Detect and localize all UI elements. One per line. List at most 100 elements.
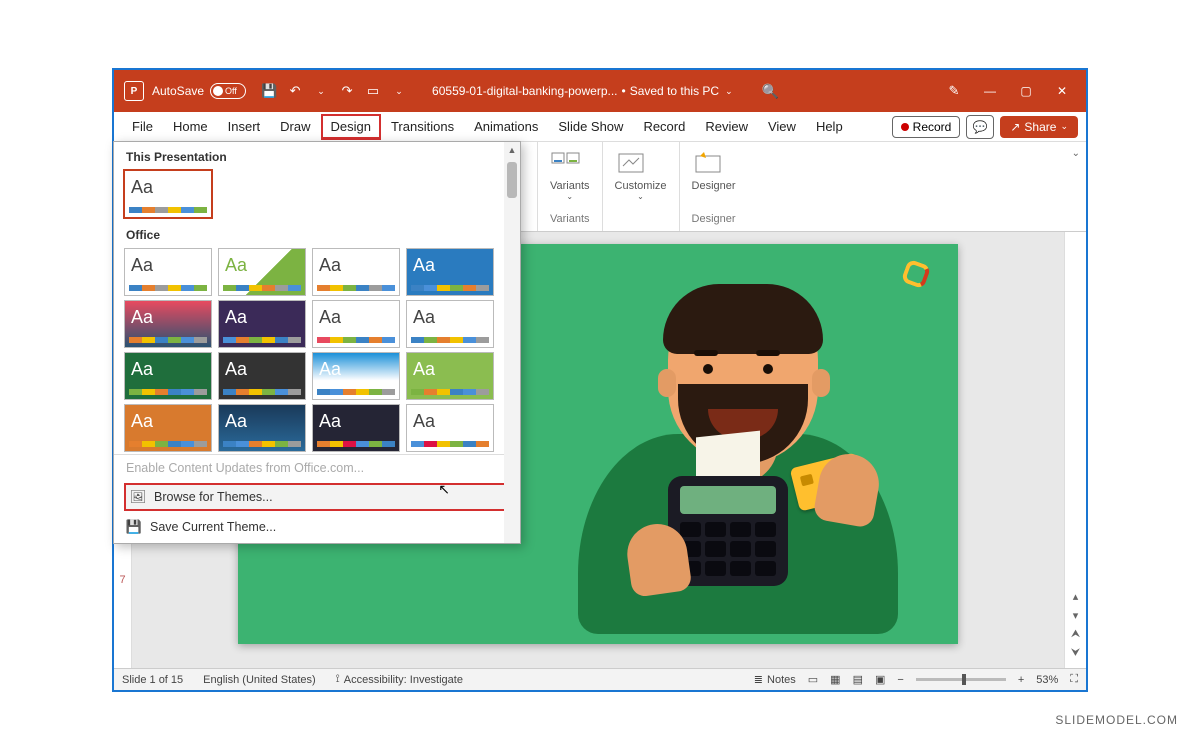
tab-view[interactable]: View	[758, 114, 806, 139]
close-button[interactable]: ✕	[1044, 75, 1080, 107]
browse-icon: 🖼	[130, 489, 146, 505]
designer-group: Designer Designer	[680, 142, 748, 231]
browse-for-themes[interactable]: 🖼 Browse for Themes...	[124, 483, 510, 511]
ribbon-collapse-icon[interactable]: ⌄	[1072, 148, 1080, 159]
comments-button[interactable]: 💬	[966, 115, 994, 139]
enable-content-updates: Enable Content Updates from Office.com..…	[114, 455, 520, 481]
designer-button[interactable]: Designer	[692, 148, 736, 192]
autosave-toggle[interactable]: Off	[210, 83, 246, 99]
autosave-label: AutoSave	[152, 84, 204, 98]
section-office: Office	[114, 220, 520, 246]
share-icon: ↗	[1010, 120, 1020, 134]
thumb-index: 7	[119, 574, 125, 586]
theme-office-6[interactable]: Aa	[218, 300, 306, 348]
scroll-thumb[interactable]	[507, 162, 517, 198]
themes-scrollbar[interactable]: ▲	[504, 142, 520, 543]
zoom-out-button[interactable]: −	[897, 674, 903, 686]
notes-icon: ≣	[754, 673, 763, 686]
theme-office-10[interactable]: Aa	[218, 352, 306, 400]
powerpoint-icon: P	[124, 81, 144, 101]
prev-slide-icon[interactable]: ⮝	[1071, 628, 1080, 641]
tab-home[interactable]: Home	[163, 114, 218, 139]
tab-slideshow[interactable]: Slide Show	[548, 114, 633, 139]
theme-office-7[interactable]: Aa	[312, 300, 400, 348]
redo-icon[interactable]: ↷	[339, 83, 355, 99]
tab-draw[interactable]: Draw	[270, 114, 320, 139]
designer-icon	[692, 148, 724, 180]
save-icon[interactable]: 💾	[261, 83, 277, 99]
theme-office-1[interactable]: Aa	[124, 248, 212, 296]
notes-button[interactable]: ≣Notes	[754, 673, 796, 686]
tab-animations[interactable]: Animations	[464, 114, 548, 139]
zoom-level[interactable]: 53%	[1036, 674, 1058, 686]
slideshow-view-icon[interactable]: ▣	[875, 673, 885, 686]
theme-office-2[interactable]: Aa	[218, 248, 306, 296]
accessibility-status[interactable]: ⟟ Accessibility: Investigate	[336, 673, 463, 686]
theme-office-5[interactable]: Aa	[124, 300, 212, 348]
slide-counter[interactable]: Slide 1 of 15	[122, 674, 183, 686]
undo-dropdown-icon[interactable]: ⌄	[313, 83, 329, 99]
qat-overflow-icon[interactable]: ⌄	[391, 83, 407, 99]
tab-insert[interactable]: Insert	[218, 114, 271, 139]
variants-icon	[550, 148, 582, 180]
reading-view-icon[interactable]: ▤	[853, 673, 863, 686]
watermark: SLIDEMODEL.COM	[1055, 713, 1178, 727]
tab-review[interactable]: Review	[695, 114, 758, 139]
right-gutter: ▴ ▾ ⮝ ⮟	[1064, 232, 1086, 668]
draw-tool-icon[interactable]: ✎	[946, 83, 962, 99]
chevron-down-icon: ⌄	[725, 86, 733, 97]
cursor-icon: ↖	[438, 481, 450, 498]
theme-office-12[interactable]: Aa	[406, 352, 494, 400]
sorter-view-icon[interactable]: ▦	[830, 673, 840, 686]
language-status[interactable]: English (United States)	[203, 674, 316, 686]
scroll-down-icon[interactable]: ▾	[1073, 609, 1079, 622]
theme-office-14[interactable]: Aa	[218, 404, 306, 452]
maximize-button[interactable]: ▢	[1008, 75, 1044, 107]
theme-office-15[interactable]: Aa	[312, 404, 400, 452]
variants-button[interactable]: Variants ⌄	[550, 148, 590, 201]
undo-icon[interactable]: ↶	[287, 83, 303, 99]
theme-office-11[interactable]: Aa	[312, 352, 400, 400]
zoom-slider[interactable]	[916, 678, 1006, 681]
customize-group: Customize ⌄	[603, 142, 680, 231]
section-this-presentation: This Presentation	[114, 142, 520, 168]
document-title[interactable]: 60559-01-digital-banking-powerp... • Sav…	[432, 84, 733, 98]
theme-office-9[interactable]: Aa	[124, 352, 212, 400]
theme-office-4[interactable]: Aa	[406, 248, 494, 296]
variants-group: Variants ⌄ Variants	[538, 142, 603, 231]
theme-office-3[interactable]: Aa	[312, 248, 400, 296]
themes-dropdown: ▲ This Presentation Aa Office Aa Aa Aa A…	[113, 141, 521, 544]
tab-record[interactable]: Record	[633, 114, 695, 139]
tab-help[interactable]: Help	[806, 114, 853, 139]
normal-view-icon[interactable]: ▭	[808, 673, 818, 686]
app-window: P AutoSave Off 💾 ↶ ⌄ ↷ ▭ ⌄ 60559-01-digi…	[112, 68, 1088, 692]
statusbar: Slide 1 of 15 English (United States) ⟟ …	[114, 668, 1086, 690]
person-illustration	[568, 264, 918, 634]
tab-design[interactable]: Design	[321, 114, 381, 140]
customize-button[interactable]: Customize ⌄	[615, 148, 667, 201]
scroll-up-icon[interactable]: ▲	[508, 142, 517, 158]
theme-office-16[interactable]: Aa	[406, 404, 494, 452]
zoom-in-button[interactable]: +	[1018, 674, 1024, 686]
theme-current[interactable]: Aa	[124, 170, 212, 218]
share-button[interactable]: ↗ Share ⌄	[1000, 116, 1078, 138]
titlebar: P AutoSave Off 💾 ↶ ⌄ ↷ ▭ ⌄ 60559-01-digi…	[114, 70, 1086, 112]
save-current-theme[interactable]: 💾 Save Current Theme...	[114, 513, 520, 541]
customize-icon	[615, 148, 647, 180]
minimize-button[interactable]: —	[972, 75, 1008, 107]
fit-to-window-icon[interactable]: ⛶	[1070, 673, 1078, 686]
next-slide-icon[interactable]: ⮟	[1071, 647, 1080, 660]
present-icon[interactable]: ▭	[365, 83, 381, 99]
record-button[interactable]: Record	[892, 116, 961, 138]
ribbon-body: ▲ This Presentation Aa Office Aa Aa Aa A…	[114, 142, 1086, 232]
ribbon-tabs: File Home Insert Draw Design Transitions…	[114, 112, 1086, 142]
accessibility-icon: ⟟	[336, 673, 340, 686]
scroll-up-icon[interactable]: ▴	[1073, 590, 1079, 603]
tab-file[interactable]: File	[122, 114, 163, 139]
tab-transitions[interactable]: Transitions	[381, 114, 464, 139]
chevron-down-icon: ⌄	[1060, 121, 1068, 132]
theme-office-13[interactable]: Aa	[124, 404, 212, 452]
theme-office-8[interactable]: Aa	[406, 300, 494, 348]
save-icon: 💾	[126, 519, 142, 535]
search-icon[interactable]: 🔍	[763, 83, 779, 99]
